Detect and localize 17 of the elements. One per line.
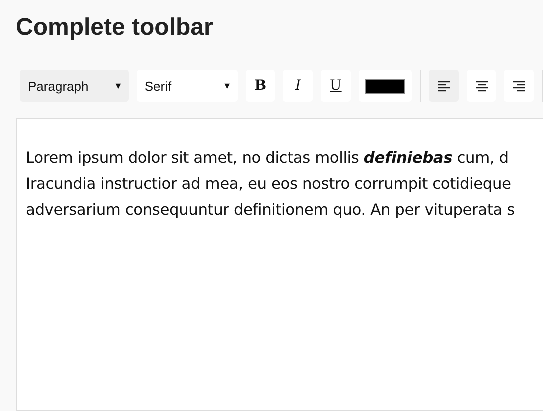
block-format-dropdown[interactable]: Paragraph ▼ [20,70,129,102]
editor-text-line: Lorem ipsum dolor sit amet, no dictas mollis definiebas cum, d [26,148,510,169]
underline-button[interactable]: U [321,70,351,102]
align-center-icon [476,80,488,92]
editor-area[interactable]: Lorem ipsum dolor sit amet, no dictas mollis definiebas cum, d Iracundia instructior ad mea, eu eos nostro corrumpit cotidieque adversarium consequuntur definitionem quo. An per vituperata s [16,118,543,411]
align-right-button[interactable] [504,70,534,102]
editor-text-line: adversarium consequuntur definitionem quo. An per vituperata s [26,200,516,221]
align-right-icon [513,80,526,92]
italic-button[interactable]: I [283,70,314,102]
page-title: Complete toolbar [16,14,214,42]
bold-button[interactable]: B [246,70,276,102]
font-dropdown[interactable]: Serif ▼ [136,70,238,102]
editor-text-line: Iracundia instructior ad mea, eu eos nostro corrumpit cotidieque [26,174,512,195]
text-color-button[interactable] [358,70,412,102]
align-center-button[interactable] [466,70,496,102]
align-left-button[interactable] [429,70,459,102]
align-left-icon [438,80,450,92]
